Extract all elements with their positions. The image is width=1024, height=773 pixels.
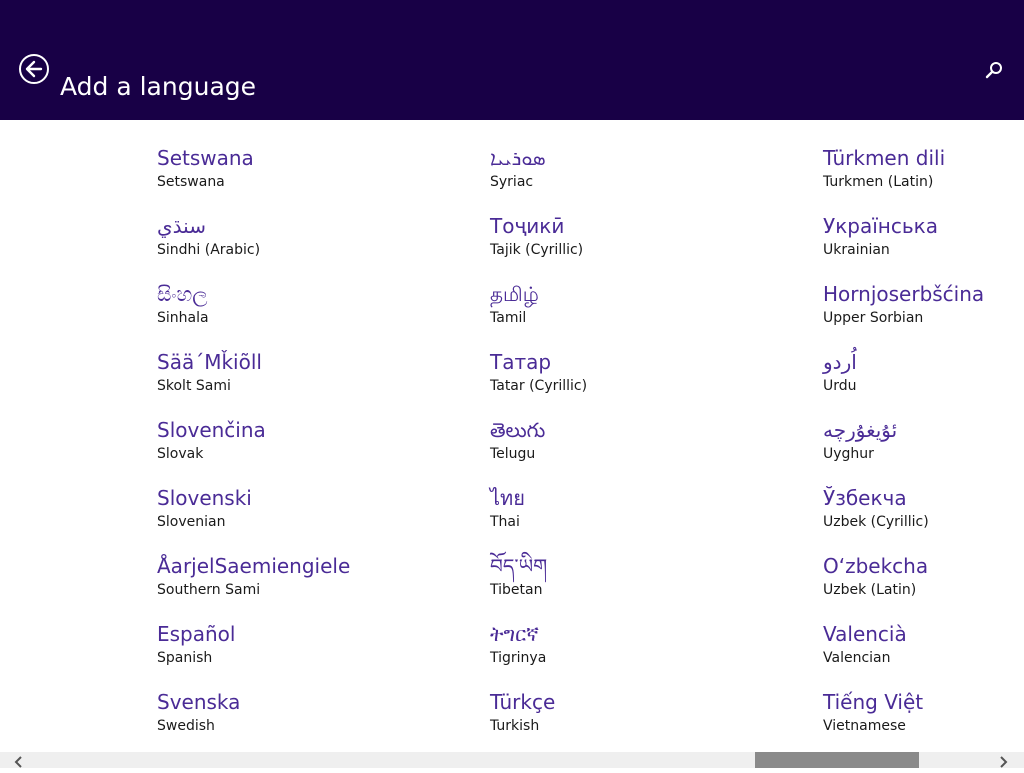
language-tile[interactable]: Sää´Mǩiõll Skolt Sami: [157, 348, 477, 416]
language-native-name: ܣܘܪܝܝܐ: [490, 146, 546, 170]
language-native-name: Setswana: [157, 146, 254, 170]
back-arrow-icon: [25, 60, 43, 78]
language-native-name: Українська: [823, 214, 938, 238]
language-english-name: Skolt Sami: [157, 378, 231, 394]
language-native-name: Hornjoserbšćina: [823, 282, 985, 306]
language-english-name: Slovak: [157, 446, 204, 462]
language-english-name: Swedish: [157, 718, 215, 734]
language-tile[interactable]: Türkçe Turkish: [490, 688, 810, 756]
language-native-name: Татар: [490, 350, 552, 374]
language-english-name: Sinhala: [157, 310, 209, 326]
language-tile[interactable]: ئۇيغۇرچە Uyghur: [823, 416, 1024, 484]
language-tile[interactable]: සිංහල Sinhala: [157, 280, 477, 348]
language-native-name: Svenska: [157, 690, 241, 714]
chevron-right-icon: [1000, 756, 1008, 768]
language-tile[interactable]: తెలుగు Telugu: [490, 416, 810, 484]
language-english-name: Urdu: [823, 378, 857, 394]
horizontal-scrollbar[interactable]: [0, 752, 1024, 768]
scrollbar-thumb[interactable]: [755, 752, 919, 768]
language-tile[interactable]: Slovenski Slovenian: [157, 484, 477, 552]
language-english-name: Slovenian: [157, 514, 226, 530]
search-button[interactable]: [982, 58, 1006, 82]
language-native-name: Türkçe: [490, 690, 556, 714]
app-header: Add a language: [0, 0, 1024, 120]
language-tile[interactable]: Ўзбекча Uzbek (Cyrillic): [823, 484, 1024, 552]
language-english-name: Tibetan: [490, 582, 543, 598]
language-tile[interactable]: Svenska Swedish: [157, 688, 477, 756]
language-english-name: Tigrinya: [490, 650, 547, 666]
language-tile[interactable]: ÅarjelSaemiengiele Southern Sami: [157, 552, 477, 620]
language-native-name: བོད་ཡིག: [490, 554, 548, 578]
language-english-name: Turkmen (Latin): [823, 174, 934, 190]
language-tile[interactable]: Türkmen dili Turkmen (Latin): [823, 144, 1024, 212]
scroll-right-button[interactable]: [996, 754, 1010, 768]
language-column: Setswana Setswana سنڌي Sindhi (Arabic) සිංහල…: [157, 144, 477, 756]
language-english-name: Thai: [490, 514, 520, 530]
language-tile[interactable]: Slovenčina Slovak: [157, 416, 477, 484]
language-native-name: سنڌي: [157, 214, 206, 238]
language-english-name: Uzbek (Cyrillic): [823, 514, 929, 530]
language-tile[interactable]: Tiếng Việt Vietnamese: [823, 688, 1024, 756]
language-tile[interactable]: ትግርኛ Tigrinya: [490, 620, 810, 688]
scroll-left-button[interactable]: [12, 754, 26, 768]
language-english-name: Upper Sorbian: [823, 310, 924, 326]
language-native-name: ไทย: [490, 486, 525, 510]
language-native-name: Тоҷикӣ: [490, 214, 565, 238]
language-english-name: Sindhi (Arabic): [157, 242, 261, 258]
language-tile[interactable]: Українська Ukrainian: [823, 212, 1024, 280]
language-tile[interactable]: ܣܘܪܝܝܐ Syriac: [490, 144, 810, 212]
language-english-name: Turkish: [490, 718, 540, 734]
language-english-name: Vietnamese: [823, 718, 906, 734]
language-english-name: Telugu: [490, 446, 536, 462]
search-icon: [985, 62, 1002, 79]
language-tile[interactable]: Татар Tatar (Cyrillic): [490, 348, 810, 416]
language-english-name: Ukrainian: [823, 242, 890, 258]
language-english-name: Uyghur: [823, 446, 874, 462]
language-native-name: Slovenčina: [157, 418, 266, 442]
language-english-name: Valencian: [823, 650, 891, 666]
language-english-name: Spanish: [157, 650, 213, 666]
language-native-name: தமிழ்: [490, 282, 539, 306]
language-native-name: Español: [157, 622, 236, 646]
language-tile[interactable]: Тоҷикӣ Tajik (Cyrillic): [490, 212, 810, 280]
language-tile[interactable]: Hornjoserbšćina Upper Sorbian: [823, 280, 1024, 348]
language-tile[interactable]: Español Spanish: [157, 620, 477, 688]
language-column: Türkmen dili Turkmen (Latin) Українська Ukr…: [823, 144, 1024, 756]
page-title: Add a language: [60, 71, 257, 101]
language-english-name: Tamil: [490, 310, 527, 326]
language-tile[interactable]: བོད་ཡིག Tibetan: [490, 552, 810, 620]
back-button[interactable]: [19, 54, 49, 84]
language-english-name: Syriac: [490, 174, 534, 190]
language-native-name: Tiếng Việt: [823, 690, 924, 714]
language-native-name: Türkmen dili: [823, 146, 946, 170]
language-english-name: Tatar (Cyrillic): [490, 378, 588, 394]
language-native-name: O‘zbekcha: [823, 554, 929, 578]
language-native-name: ئۇيغۇرچە: [823, 418, 898, 442]
language-tile[interactable]: O‘zbekcha Uzbek (Latin): [823, 552, 1024, 620]
language-native-name: Valencià: [823, 622, 907, 646]
language-list: Setswana Setswana سنڌي Sindhi (Arabic) සිංහල…: [0, 120, 1024, 752]
language-tile[interactable]: اُردو Urdu: [823, 348, 1024, 416]
language-tile[interactable]: Setswana Setswana: [157, 144, 477, 212]
language-tile[interactable]: Valencià Valencian: [823, 620, 1024, 688]
language-english-name: Uzbek (Latin): [823, 582, 917, 598]
language-native-name: తెలుగు: [490, 418, 546, 442]
language-native-name: ትግርኛ: [490, 622, 539, 646]
language-native-name: Sää´Mǩiõll: [157, 350, 262, 374]
language-native-name: اُردو: [823, 350, 857, 374]
language-english-name: Southern Sami: [157, 582, 261, 598]
language-tile[interactable]: ไทย Thai: [490, 484, 810, 552]
language-column: ܣܘܪܝܝܐ Syriac Тоҷикӣ Tajik (Cyrillic) தமிழ் T…: [490, 144, 810, 756]
language-english-name: Setswana: [157, 174, 225, 190]
language-tile[interactable]: தமிழ் Tamil: [490, 280, 810, 348]
language-native-name: Slovenski: [157, 486, 252, 510]
language-tile[interactable]: سنڌي Sindhi (Arabic): [157, 212, 477, 280]
language-native-name: ÅarjelSaemiengiele: [157, 554, 351, 578]
chevron-left-icon: [14, 756, 22, 768]
language-native-name: සිංහල: [157, 282, 208, 306]
language-english-name: Tajik (Cyrillic): [490, 242, 584, 258]
language-native-name: Ўзбекча: [823, 486, 907, 510]
